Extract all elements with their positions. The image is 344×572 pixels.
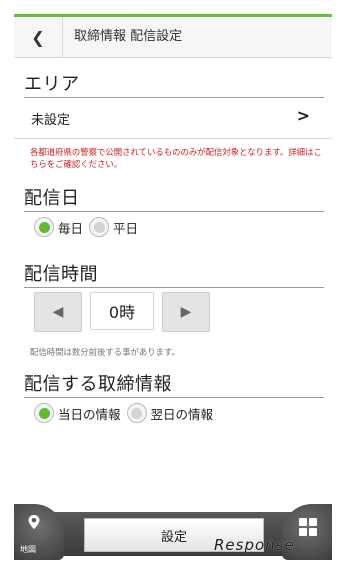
- time-decrement-button[interactable]: ◀: [34, 292, 82, 332]
- time-value: 0時: [90, 292, 154, 330]
- delivery-day-options: 毎日 平日: [34, 217, 144, 237]
- area-value: 未設定: [31, 113, 71, 128]
- radio-label: 毎日: [58, 220, 84, 236]
- header-bar: ❮ 取締情報 配信設定: [14, 17, 332, 58]
- chevron-right-icon: >: [296, 106, 310, 125]
- radio-unchecked-icon: [126, 403, 147, 423]
- back-arrow-icon: ❮: [31, 27, 45, 47]
- time-stepper: ◀ 0時 ▶: [34, 292, 210, 332]
- area-select-row[interactable]: 未設定 >: [14, 98, 332, 139]
- footer-bar: 地図 設定: [0, 496, 344, 572]
- time-increment-button[interactable]: ▶: [162, 292, 210, 332]
- delivery-info-options: 当日の情報 翌日の情報: [34, 403, 219, 423]
- map-label: 地図: [20, 545, 36, 554]
- area-section-title: エリア: [24, 70, 324, 98]
- triangle-left-icon: ◀: [52, 304, 64, 320]
- watermark: Response: [214, 536, 295, 554]
- delivery-day-section-title: 配信日: [24, 184, 324, 212]
- radio-weekdays[interactable]: 平日: [89, 217, 138, 237]
- area-notice: 各都道府県の警察で公開されているもののみが配信対象となります。詳細はこちらをご確…: [30, 147, 322, 169]
- radio-label: 平日: [113, 220, 139, 236]
- back-button[interactable]: ❮: [14, 17, 63, 57]
- radio-unchecked-icon: [89, 217, 110, 237]
- radio-checked-icon: [34, 403, 54, 423]
- page-title: 取締情報 配信設定: [74, 29, 183, 44]
- map-pin-icon: [28, 515, 40, 529]
- radio-today-info[interactable]: 当日の情報: [34, 403, 121, 423]
- radio-tomorrow-info[interactable]: 翌日の情報: [126, 403, 214, 423]
- triangle-right-icon: ▶: [180, 304, 192, 320]
- time-note: 配信時間は数分前後する事があります。: [30, 347, 180, 357]
- grid-menu-icon: [299, 518, 317, 536]
- radio-label: 翌日の情報: [150, 406, 214, 422]
- radio-checked-icon: [34, 217, 54, 237]
- radio-label: 当日の情報: [58, 406, 121, 422]
- radio-everyday[interactable]: 毎日: [34, 217, 83, 237]
- delivery-info-section-title: 配信する取締情報: [24, 370, 324, 398]
- delivery-time-section-title: 配信時間: [24, 260, 324, 288]
